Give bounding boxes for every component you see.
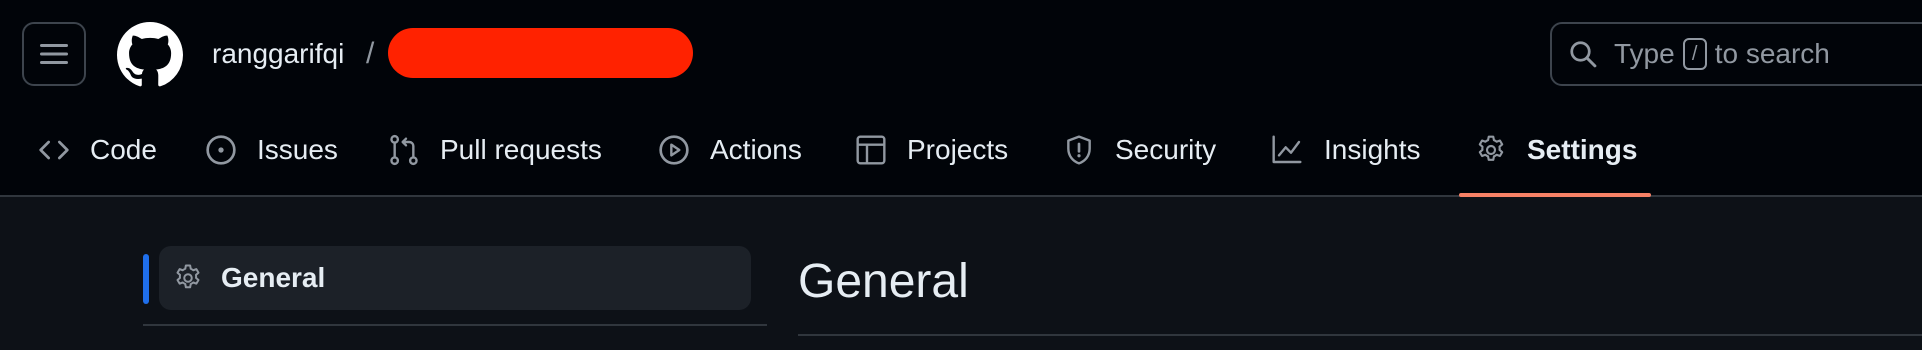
tab-projects[interactable]: Projects <box>855 120 1008 180</box>
sidebar-divider <box>143 324 767 326</box>
issue-opened-icon <box>206 135 236 165</box>
search-shortcut-key: / <box>1682 38 1707 70</box>
title-divider <box>798 334 1922 336</box>
sidebar-selected-indicator <box>143 254 149 304</box>
sidebar-item-general[interactable]: General <box>159 246 751 310</box>
tab-label: Settings <box>1527 134 1638 165</box>
search-input[interactable]: Type / to search <box>1550 22 1922 86</box>
tab-label: Insights <box>1324 134 1421 165</box>
repo-name-redacted[interactable] <box>388 28 693 78</box>
git-pull-request-icon <box>390 134 418 166</box>
table-icon <box>856 135 886 165</box>
tab-label: Projects <box>907 134 1009 165</box>
tab-settings[interactable]: Settings <box>1475 120 1637 180</box>
tab-label: Issues <box>257 134 338 165</box>
search-placeholder-suffix: to search <box>1714 38 1830 69</box>
tab-label: Code <box>90 134 157 165</box>
tab-pull-requests[interactable]: Pull requests <box>388 120 602 180</box>
gear-icon <box>1478 135 1504 161</box>
tab-issues[interactable]: Issues <box>205 120 338 180</box>
tab-actions[interactable]: Actions <box>658 120 802 180</box>
tab-insights[interactable]: Insights <box>1270 120 1421 180</box>
page-title: General <box>798 255 969 308</box>
gear-icon <box>176 264 200 289</box>
search-placeholder-prefix: Type <box>1614 38 1675 69</box>
search-icon <box>1570 41 1597 68</box>
graph-icon <box>1272 135 1302 164</box>
search-placeholder: Type / to search <box>1614 38 1830 70</box>
repo-nav: Code Issues Pull requests Actions Projec… <box>0 120 1922 197</box>
code-icon <box>39 140 69 160</box>
tab-label: Security <box>1115 134 1217 165</box>
hamburger-icon <box>40 44 68 64</box>
tab-label: Pull requests <box>440 134 602 165</box>
github-logo-icon[interactable] <box>117 22 183 88</box>
tab-label: Actions <box>710 134 802 165</box>
play-icon <box>659 135 689 165</box>
repo-owner-link[interactable]: ranggarifqi <box>212 34 344 74</box>
selected-tab-indicator <box>1459 193 1651 197</box>
tab-code[interactable]: Code <box>38 120 157 180</box>
sidebar-item-label: General <box>221 262 326 293</box>
global-menu-button[interactable] <box>22 22 86 86</box>
repo-header: ranggarifqi / Type / to search Code Issu… <box>0 0 1922 197</box>
path-separator: / <box>366 37 375 70</box>
tab-security[interactable]: Security <box>1063 120 1216 180</box>
shield-icon <box>1067 135 1091 165</box>
